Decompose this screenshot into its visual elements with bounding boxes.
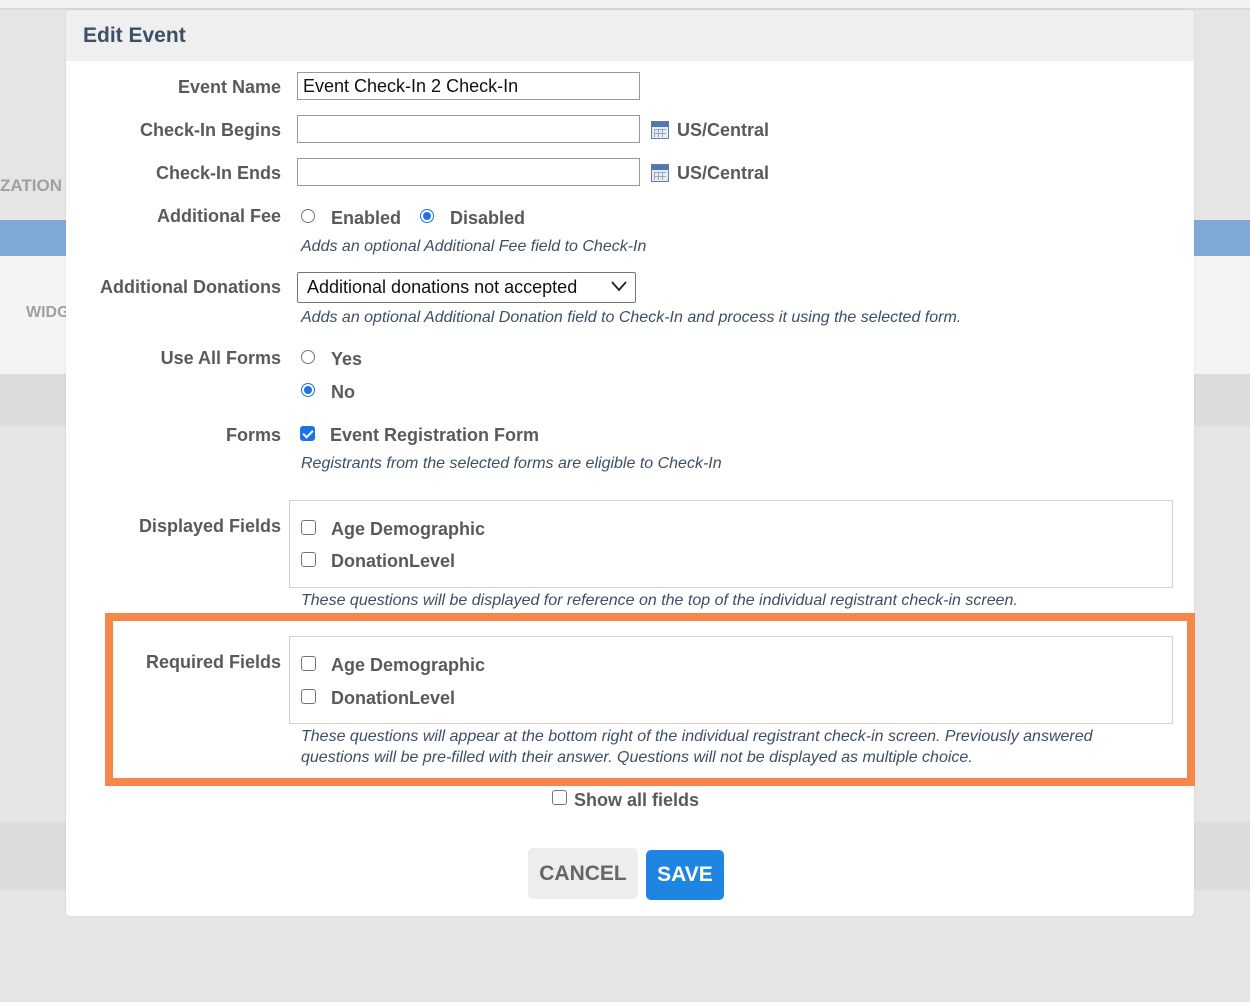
displayed-fields-label: Displayed Fields: [138, 516, 281, 536]
use-all-forms-no-radio[interactable]: [301, 383, 315, 397]
use-all-forms-yes-label[interactable]: Yes: [331, 349, 362, 370]
forms-hint: Registrants from the selected forms are …: [301, 455, 722, 472]
additional-fee-disabled-radio[interactable]: [420, 209, 434, 223]
event-registration-form-label[interactable]: Event Registration Form: [330, 425, 539, 446]
forms-label: Forms: [225, 425, 281, 445]
checkin-begins-input[interactable]: [297, 115, 640, 143]
checkin-begins-label: Check-In Begins: [139, 120, 281, 140]
checkin-ends-label: Check-In Ends: [155, 163, 281, 183]
calendar-icon[interactable]: [651, 164, 669, 182]
additional-fee-disabled-label[interactable]: Disabled: [450, 208, 525, 229]
displayed-age-demographic-checkbox[interactable]: [301, 520, 316, 535]
displayed-fields-box: Age Demographic DonationLevel: [289, 500, 1173, 588]
show-all-fields-label[interactable]: Show all fields: [574, 790, 699, 811]
displayed-donation-level-checkbox[interactable]: [301, 552, 316, 567]
cancel-button[interactable]: CANCEL: [528, 848, 638, 899]
additional-donations-label: Additional Donations: [100, 277, 281, 297]
additional-donations-hint: Adds an optional Additional Donation fie…: [301, 309, 962, 326]
background-partial-label: WIDG: [26, 304, 70, 321]
displayed-donation-level-label[interactable]: DonationLevel: [331, 551, 455, 572]
modal-header: Edit Event: [66, 10, 1194, 61]
checkin-ends-input[interactable]: [297, 158, 640, 186]
additional-fee-enabled-radio[interactable]: [301, 209, 315, 223]
required-fields-highlight: [105, 613, 1195, 786]
displayed-fields-hint: These questions will be displayed for re…: [301, 592, 1018, 609]
event-registration-form-checkbox[interactable]: [300, 426, 315, 441]
additional-donations-selected: Additional donations not accepted: [307, 277, 578, 297]
additional-fee-label: Additional Fee: [156, 206, 281, 226]
use-all-forms-yes-radio[interactable]: [301, 350, 315, 364]
save-button[interactable]: SAVE: [646, 850, 724, 900]
additional-fee-enabled-label[interactable]: Enabled: [331, 208, 401, 229]
chevron-down-icon: [611, 281, 627, 292]
event-name-input[interactable]: [297, 72, 640, 100]
checkin-ends-timezone: US/Central: [677, 163, 770, 183]
use-all-forms-no-label[interactable]: No: [331, 382, 355, 403]
show-all-fields-checkbox[interactable]: [552, 790, 567, 805]
background-top-line: [0, 0, 1250, 10]
additional-donations-select[interactable]: Additional donations not accepted: [297, 272, 636, 303]
modal-title: Edit Event: [83, 23, 186, 47]
checkin-begins-timezone: US/Central: [677, 120, 770, 140]
additional-fee-hint: Adds an optional Additional Fee field to…: [301, 238, 647, 255]
event-name-label: Event Name: [177, 77, 281, 97]
displayed-age-demographic-label[interactable]: Age Demographic: [331, 519, 485, 540]
calendar-icon[interactable]: [651, 121, 669, 139]
use-all-forms-label: Use All Forms: [160, 348, 281, 368]
background-partial-label: ZATION: [0, 176, 63, 195]
